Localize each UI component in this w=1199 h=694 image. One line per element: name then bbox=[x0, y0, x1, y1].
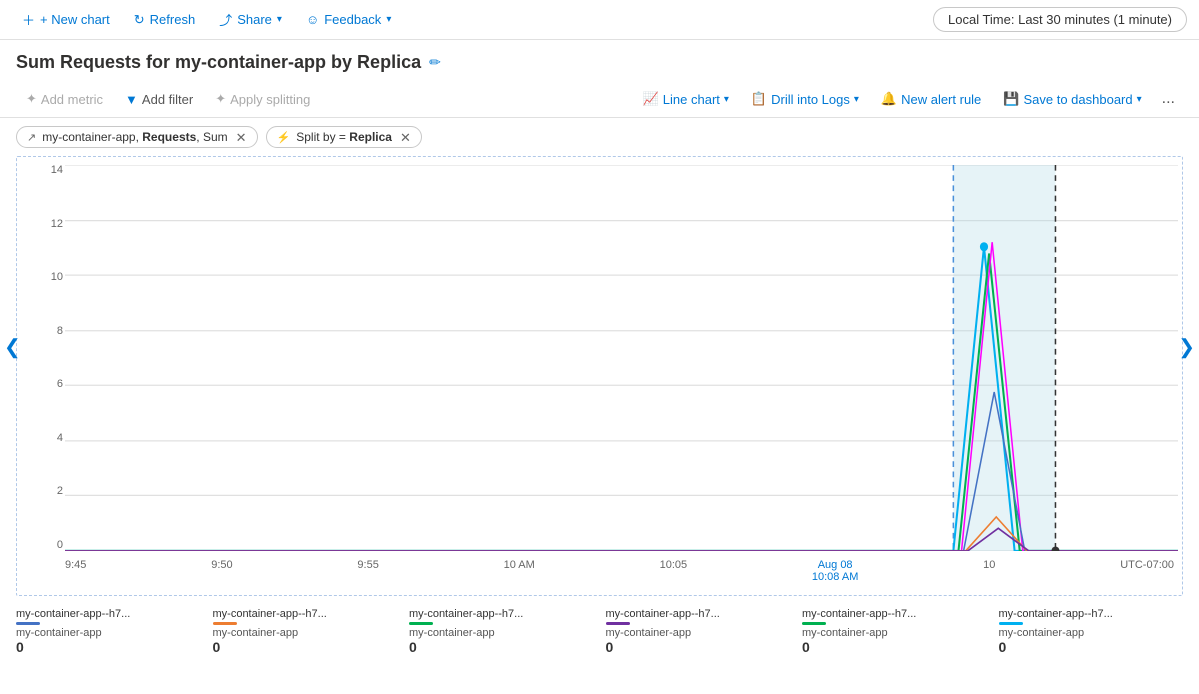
share-button[interactable]: ⤴ Share ▾ bbox=[209, 6, 292, 33]
chart-type-chevron: ▾ bbox=[724, 94, 729, 105]
metric-filter-tag[interactable]: ↗ my-container-app, Requests, Sum ✕ bbox=[16, 126, 258, 148]
split-tag-icon: ⚡ bbox=[277, 131, 291, 144]
legend-area: my-container-app--h7... my-container-app… bbox=[0, 604, 1199, 663]
feedback-chevron: ▾ bbox=[386, 14, 391, 25]
save-icon: 💾 bbox=[1003, 91, 1019, 107]
refresh-button[interactable]: ↻ Refresh bbox=[124, 8, 205, 32]
x-label-950: 9:50 bbox=[211, 559, 232, 571]
legend-color-2 bbox=[213, 622, 237, 625]
share-chevron: ▾ bbox=[277, 14, 282, 25]
legend-sub-5: my-container-app bbox=[802, 627, 987, 639]
legend-sub-4: my-container-app bbox=[606, 627, 791, 639]
y-label-12: 12 bbox=[17, 219, 63, 230]
legend-name-5: my-container-app--h7... bbox=[802, 608, 942, 620]
legend-name-4: my-container-app--h7... bbox=[606, 608, 746, 620]
y-label-14: 14 bbox=[17, 165, 63, 176]
share-icon: ⤴ bbox=[219, 10, 232, 29]
legend-value-3: 0 bbox=[409, 639, 594, 655]
page-title: Sum Requests for my-container-app by Rep… bbox=[16, 52, 421, 73]
x-label-1005: 10:05 bbox=[660, 559, 688, 571]
nav-left-button[interactable]: ❮ bbox=[0, 327, 25, 368]
metrics-toolbar: ✦ Add metric ▼ Add filter ✦ Apply splitt… bbox=[0, 81, 1199, 118]
feedback-button[interactable]: ☺ Feedback ▾ bbox=[296, 8, 401, 31]
add-metric-button[interactable]: ✦ Add metric bbox=[16, 86, 113, 112]
legend-sub-6: my-container-app bbox=[999, 627, 1184, 639]
legend-name-2: my-container-app--h7... bbox=[213, 608, 353, 620]
filter-tags-area: ↗ my-container-app, Requests, Sum ✕ ⚡ Sp… bbox=[0, 118, 1199, 156]
legend-sub-3: my-container-app bbox=[409, 627, 594, 639]
legend-name-6: my-container-app--h7... bbox=[999, 608, 1139, 620]
filter-icon: ▼ bbox=[125, 92, 138, 107]
save-dashboard-button[interactable]: 💾 Save to dashboard ▾ bbox=[993, 86, 1151, 112]
feedback-icon: ☺ bbox=[306, 12, 319, 27]
split-tag-close[interactable]: ✕ bbox=[400, 131, 411, 144]
add-filter-button[interactable]: ▼ Add filter bbox=[115, 87, 203, 112]
legend-item-2: my-container-app--h7... my-container-app… bbox=[213, 608, 398, 655]
more-options-button[interactable]: ... bbox=[1154, 85, 1183, 113]
y-label-4: 4 bbox=[17, 433, 63, 444]
y-label-6: 6 bbox=[17, 379, 63, 390]
x-label-955: 9:55 bbox=[357, 559, 378, 571]
apply-splitting-button[interactable]: ✦ Apply splitting bbox=[205, 86, 320, 112]
metric-icon: ✦ bbox=[26, 91, 37, 107]
page-title-area: Sum Requests for my-container-app by Rep… bbox=[0, 40, 1199, 81]
legend-value-4: 0 bbox=[606, 639, 791, 655]
legend-item-4: my-container-app--h7... my-container-app… bbox=[606, 608, 791, 655]
legend-value-6: 0 bbox=[999, 639, 1184, 655]
save-chevron: ▾ bbox=[1137, 94, 1142, 105]
legend-item-6: my-container-app--h7... my-container-app… bbox=[999, 608, 1184, 655]
legend-value-2: 0 bbox=[213, 639, 398, 655]
edit-title-icon[interactable]: ✏ bbox=[429, 54, 441, 71]
metric-tag-close[interactable]: ✕ bbox=[236, 131, 247, 144]
y-label-0: 0 bbox=[17, 540, 63, 551]
legend-name-3: my-container-app--h7... bbox=[409, 608, 549, 620]
legend-color-4 bbox=[606, 622, 630, 625]
x-label-1010: 10 bbox=[983, 559, 995, 571]
alert-icon: 🔔 bbox=[881, 91, 897, 107]
x-label-945: 9:45 bbox=[65, 559, 86, 571]
metric-tag-label: my-container-app, Requests, Sum bbox=[42, 130, 227, 144]
drill-icon: 📋 bbox=[751, 91, 767, 107]
legend-name-1: my-container-app--h7... bbox=[16, 608, 156, 620]
split-tag-label: Split by = Replica bbox=[296, 130, 392, 144]
legend-color-6 bbox=[999, 622, 1023, 625]
plus-icon: ＋ bbox=[22, 10, 35, 29]
legend-item-3: my-container-app--h7... my-container-app… bbox=[409, 608, 594, 655]
legend-color-5 bbox=[802, 622, 826, 625]
legend-item-1: my-container-app--h7... my-container-app… bbox=[16, 608, 201, 655]
y-label-2: 2 bbox=[17, 486, 63, 497]
x-label-aug08: Aug 0810:08 AM bbox=[812, 559, 858, 583]
legend-color-1 bbox=[16, 622, 40, 625]
top-toolbar: ＋ + New chart ↻ Refresh ⤴ Share ▾ ☺ Feed… bbox=[0, 0, 1199, 40]
legend-value-5: 0 bbox=[802, 639, 987, 655]
utc-label: UTC-07:00 bbox=[1120, 559, 1174, 571]
line-chart-icon: 📈 bbox=[643, 91, 659, 107]
drill-logs-button[interactable]: 📋 Drill into Logs ▾ bbox=[741, 86, 869, 112]
legend-sub-2: my-container-app bbox=[213, 627, 398, 639]
time-range-button[interactable]: Local Time: Last 30 minutes (1 minute) bbox=[933, 7, 1187, 32]
y-label-10: 10 bbox=[17, 272, 63, 283]
legend-value-1: 0 bbox=[16, 639, 201, 655]
legend-sub-1: my-container-app bbox=[16, 627, 201, 639]
drill-chevron: ▾ bbox=[854, 94, 859, 105]
new-alert-button[interactable]: 🔔 New alert rule bbox=[871, 86, 991, 112]
new-chart-button[interactable]: ＋ + New chart bbox=[12, 6, 120, 33]
legend-color-3 bbox=[409, 622, 433, 625]
chart-svg bbox=[65, 165, 1178, 551]
chart-container[interactable]: 0 2 4 6 8 10 12 14 bbox=[16, 156, 1183, 596]
split-filter-tag[interactable]: ⚡ Split by = Replica ✕ bbox=[266, 126, 422, 148]
refresh-icon: ↻ bbox=[134, 12, 145, 28]
split-icon: ✦ bbox=[215, 91, 226, 107]
x-label-10am: 10 AM bbox=[504, 559, 535, 571]
nav-right-button[interactable]: ❯ bbox=[1174, 327, 1199, 368]
line-chart-button[interactable]: 📈 Line chart ▾ bbox=[633, 86, 739, 112]
legend-item-5: my-container-app--h7... my-container-app… bbox=[802, 608, 987, 655]
metric-tag-icon: ↗ bbox=[27, 131, 36, 144]
